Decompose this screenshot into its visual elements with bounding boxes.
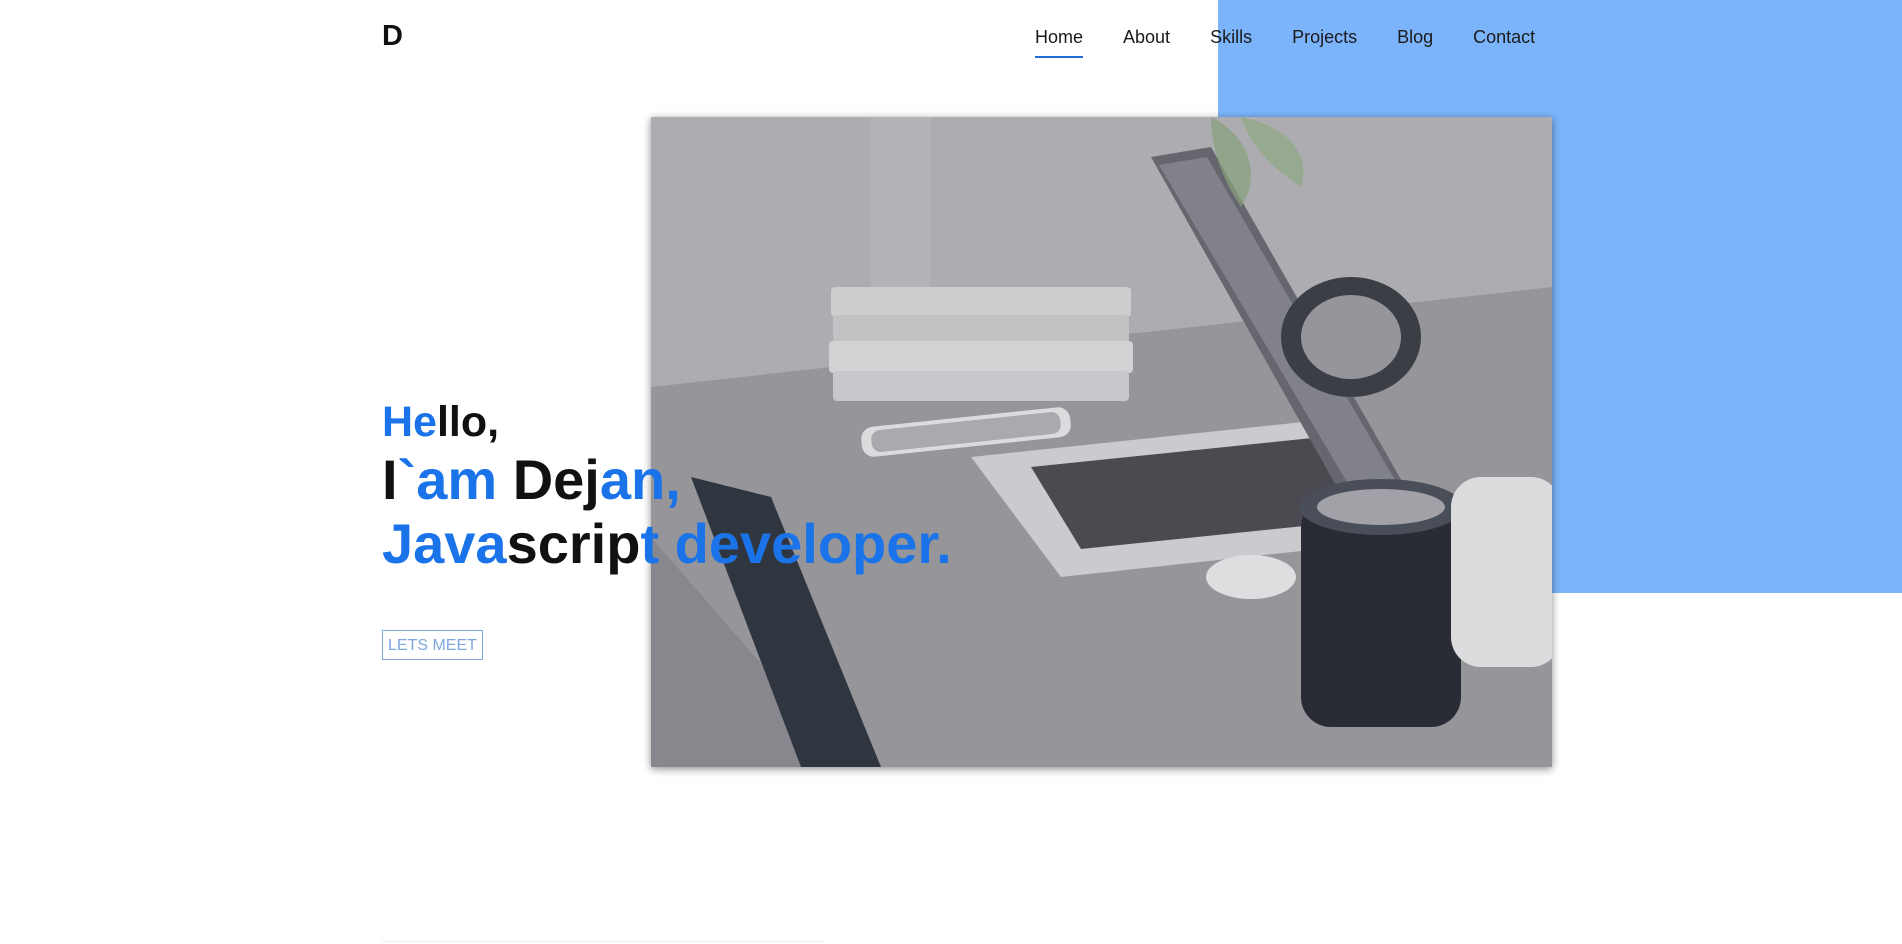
- hero-name-part: Dej: [497, 448, 600, 511]
- hero-greeting-part: llo,: [436, 398, 500, 446]
- page: D Home About Skills Projects Blog Contac…: [0, 0, 1902, 944]
- nav-item-projects[interactable]: Projects: [1292, 27, 1357, 58]
- hero-role-part: t developer.: [640, 512, 952, 575]
- hero-role: Javascript developer.: [382, 512, 952, 576]
- nav-item-contact[interactable]: Contact: [1473, 27, 1535, 58]
- nav-item-skills[interactable]: Skills: [1210, 27, 1252, 58]
- site-logo[interactable]: D: [382, 20, 404, 53]
- hero-name-part: I: [382, 448, 398, 511]
- nav-item-blog[interactable]: Blog: [1397, 27, 1433, 58]
- hero-name: I`am Dejan,: [382, 448, 952, 512]
- section-divider: [382, 941, 824, 942]
- lets-meet-button[interactable]: LETS MEET: [382, 630, 483, 660]
- nav-item-about[interactable]: About: [1123, 27, 1170, 58]
- hero-greeting: Hello,: [382, 396, 952, 448]
- hero-role-part: scrip: [506, 512, 641, 575]
- hero-role-part: Java: [382, 512, 507, 575]
- main-nav: Home About Skills Projects Blog Contact: [1035, 27, 1535, 58]
- hero-greeting-part: He: [382, 398, 437, 446]
- hero-headline: Hello, I`am Dejan, Javascript developer.: [382, 396, 952, 576]
- nav-item-home[interactable]: Home: [1035, 27, 1084, 58]
- hero-name-part: an,: [599, 448, 681, 511]
- hero-name-part: `am: [397, 448, 498, 511]
